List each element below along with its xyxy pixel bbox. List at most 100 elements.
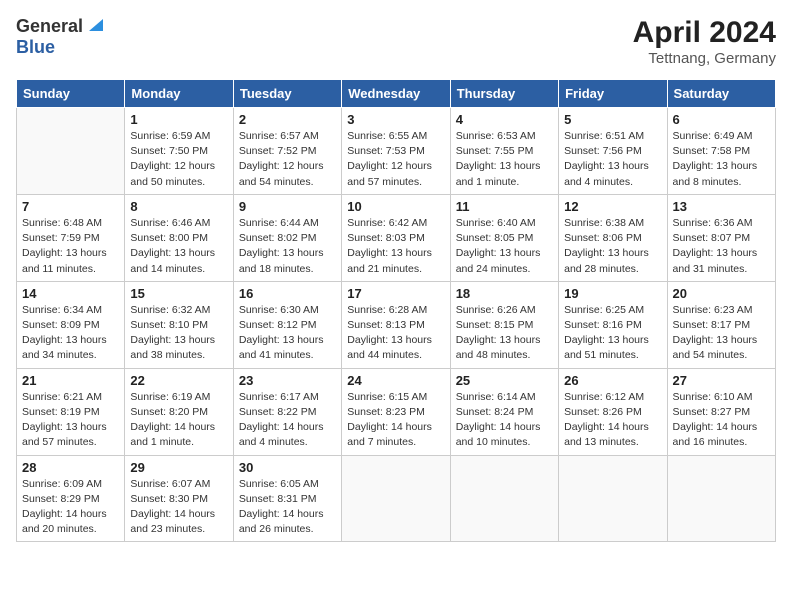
- calendar-cell: 7 Sunrise: 6:48 AM Sunset: 7:59 PM Daylig…: [17, 194, 125, 281]
- calendar-cell: 13 Sunrise: 6:36 AM Sunset: 8:07 PM Dayli…: [667, 194, 775, 281]
- day-number: 9: [239, 199, 336, 214]
- day-info: Sunrise: 6:28 AM Sunset: 8:13 PM Dayligh…: [347, 303, 444, 364]
- calendar-cell: 22 Sunrise: 6:19 AM Sunset: 8:20 PM Dayli…: [125, 368, 233, 455]
- column-header-friday: Friday: [559, 80, 667, 108]
- day-number: 27: [673, 373, 770, 388]
- calendar-week-row: 21 Sunrise: 6:21 AM Sunset: 8:19 PM Dayli…: [17, 368, 776, 455]
- day-number: 19: [564, 286, 661, 301]
- calendar-cell: 2Sunrise: 6:57 AM Sunset: 7:52 PM Daylig…: [233, 108, 341, 195]
- day-number: 21: [22, 373, 119, 388]
- day-info: Sunrise: 6:17 AM Sunset: 8:22 PM Dayligh…: [239, 390, 336, 451]
- column-header-thursday: Thursday: [450, 80, 558, 108]
- day-info: Sunrise: 6:32 AM Sunset: 8:10 PM Dayligh…: [130, 303, 227, 364]
- day-info: Sunrise: 6:10 AM Sunset: 8:27 PM Dayligh…: [673, 390, 770, 451]
- calendar-week-row: 7 Sunrise: 6:48 AM Sunset: 7:59 PM Daylig…: [17, 194, 776, 281]
- day-number: 23: [239, 373, 336, 388]
- day-info: Sunrise: 6:15 AM Sunset: 8:23 PM Dayligh…: [347, 390, 444, 451]
- day-number: 14: [22, 286, 119, 301]
- day-number: 11: [456, 199, 553, 214]
- column-header-sunday: Sunday: [17, 80, 125, 108]
- day-info: Sunrise: 6:30 AM Sunset: 8:12 PM Dayligh…: [239, 303, 336, 364]
- day-info: Sunrise: 6:40 AM Sunset: 8:05 PM Dayligh…: [456, 216, 553, 277]
- day-number: 6: [673, 112, 770, 127]
- day-number: 30: [239, 460, 336, 475]
- day-number: 1: [130, 112, 227, 127]
- day-number: 8: [130, 199, 227, 214]
- calendar-cell: 16 Sunrise: 6:30 AM Sunset: 8:12 PM Dayli…: [233, 281, 341, 368]
- day-info: Sunrise: 6:36 AM Sunset: 8:07 PM Dayligh…: [673, 216, 770, 277]
- calendar-cell: [450, 455, 558, 542]
- logo-general: General: [16, 16, 83, 37]
- calendar-header-row: SundayMondayTuesdayWednesdayThursdayFrid…: [17, 80, 776, 108]
- title-area: April 2024 Tettnang, Germany: [633, 16, 776, 67]
- calendar-cell: 28 Sunrise: 6:09 AM Sunset: 8:29 PM Dayli…: [17, 455, 125, 542]
- day-number: 7: [22, 199, 119, 214]
- day-info: Sunrise: 6:38 AM Sunset: 8:06 PM Dayligh…: [564, 216, 661, 277]
- day-info: Sunrise: 6:14 AM Sunset: 8:24 PM Dayligh…: [456, 390, 553, 451]
- day-info: Sunrise: 6:48 AM Sunset: 7:59 PM Dayligh…: [22, 216, 119, 277]
- day-info: Sunrise: 6:59 AM Sunset: 7:50 PM Dayligh…: [130, 129, 227, 190]
- calendar-cell: 12Sunrise: 6:38 AM Sunset: 8:06 PM Dayli…: [559, 194, 667, 281]
- day-info: Sunrise: 6:53 AM Sunset: 7:55 PM Dayligh…: [456, 129, 553, 190]
- logo: General Blue: [16, 16, 105, 58]
- day-number: 26: [564, 373, 661, 388]
- day-number: 15: [130, 286, 227, 301]
- day-info: Sunrise: 6:51 AM Sunset: 7:56 PM Dayligh…: [564, 129, 661, 190]
- day-number: 29: [130, 460, 227, 475]
- day-info: Sunrise: 6:57 AM Sunset: 7:52 PM Dayligh…: [239, 129, 336, 190]
- column-header-monday: Monday: [125, 80, 233, 108]
- day-info: Sunrise: 6:26 AM Sunset: 8:15 PM Dayligh…: [456, 303, 553, 364]
- day-info: Sunrise: 6:23 AM Sunset: 8:17 PM Dayligh…: [673, 303, 770, 364]
- day-info: Sunrise: 6:19 AM Sunset: 8:20 PM Dayligh…: [130, 390, 227, 451]
- calendar-cell: 24 Sunrise: 6:15 AM Sunset: 8:23 PM Dayli…: [342, 368, 450, 455]
- day-number: 10: [347, 199, 444, 214]
- day-number: 13: [673, 199, 770, 214]
- calendar-cell: 6 Sunrise: 6:49 AM Sunset: 7:58 PM Daylig…: [667, 108, 775, 195]
- day-number: 24: [347, 373, 444, 388]
- calendar-cell: 21 Sunrise: 6:21 AM Sunset: 8:19 PM Dayli…: [17, 368, 125, 455]
- calendar-cell: 29 Sunrise: 6:07 AM Sunset: 8:30 PM Dayli…: [125, 455, 233, 542]
- day-info: Sunrise: 6:21 AM Sunset: 8:19 PM Dayligh…: [22, 390, 119, 451]
- calendar-cell: 17Sunrise: 6:28 AM Sunset: 8:13 PM Dayli…: [342, 281, 450, 368]
- calendar-cell: 30Sunrise: 6:05 AM Sunset: 8:31 PM Dayli…: [233, 455, 341, 542]
- header: General Blue April 2024 Tettnang, German…: [16, 16, 776, 67]
- calendar-cell: 23 Sunrise: 6:17 AM Sunset: 8:22 PM Dayli…: [233, 368, 341, 455]
- calendar-cell: 9 Sunrise: 6:44 AM Sunset: 8:02 PM Daylig…: [233, 194, 341, 281]
- calendar-cell: 1 Sunrise: 6:59 AM Sunset: 7:50 PM Daylig…: [125, 108, 233, 195]
- day-number: 20: [673, 286, 770, 301]
- day-number: 4: [456, 112, 553, 127]
- calendar-cell: 14Sunrise: 6:34 AM Sunset: 8:09 PM Dayli…: [17, 281, 125, 368]
- day-info: Sunrise: 6:07 AM Sunset: 8:30 PM Dayligh…: [130, 477, 227, 538]
- calendar-cell: 8 Sunrise: 6:46 AM Sunset: 8:00 PM Daylig…: [125, 194, 233, 281]
- day-number: 25: [456, 373, 553, 388]
- day-number: 16: [239, 286, 336, 301]
- day-info: Sunrise: 6:55 AM Sunset: 7:53 PM Dayligh…: [347, 129, 444, 190]
- day-info: Sunrise: 6:09 AM Sunset: 8:29 PM Dayligh…: [22, 477, 119, 538]
- day-info: Sunrise: 6:42 AM Sunset: 8:03 PM Dayligh…: [347, 216, 444, 277]
- calendar-week-row: 28 Sunrise: 6:09 AM Sunset: 8:29 PM Dayli…: [17, 455, 776, 542]
- day-info: Sunrise: 6:46 AM Sunset: 8:00 PM Dayligh…: [130, 216, 227, 277]
- location: Tettnang, Germany: [633, 50, 776, 67]
- calendar-cell: 18 Sunrise: 6:26 AM Sunset: 8:15 PM Dayli…: [450, 281, 558, 368]
- day-info: Sunrise: 6:49 AM Sunset: 7:58 PM Dayligh…: [673, 129, 770, 190]
- calendar-cell: 5 Sunrise: 6:51 AM Sunset: 7:56 PM Daylig…: [559, 108, 667, 195]
- calendar-cell: 26 Sunrise: 6:12 AM Sunset: 8:26 PM Dayli…: [559, 368, 667, 455]
- day-number: 5: [564, 112, 661, 127]
- calendar-cell: 10 Sunrise: 6:42 AM Sunset: 8:03 PM Dayli…: [342, 194, 450, 281]
- day-number: 3: [347, 112, 444, 127]
- day-number: 18: [456, 286, 553, 301]
- day-info: Sunrise: 6:44 AM Sunset: 8:02 PM Dayligh…: [239, 216, 336, 277]
- day-info: Sunrise: 6:12 AM Sunset: 8:26 PM Dayligh…: [564, 390, 661, 451]
- column-header-saturday: Saturday: [667, 80, 775, 108]
- calendar-cell: [17, 108, 125, 195]
- day-number: 28: [22, 460, 119, 475]
- calendar-cell: [667, 455, 775, 542]
- calendar-cell: 25 Sunrise: 6:14 AM Sunset: 8:24 PM Dayli…: [450, 368, 558, 455]
- calendar-week-row: 14Sunrise: 6:34 AM Sunset: 8:09 PM Dayli…: [17, 281, 776, 368]
- calendar-cell: 27 Sunrise: 6:10 AM Sunset: 8:27 PM Dayli…: [667, 368, 775, 455]
- day-number: 22: [130, 373, 227, 388]
- logo-triangle-icon: [85, 15, 105, 35]
- day-info: Sunrise: 6:25 AM Sunset: 8:16 PM Dayligh…: [564, 303, 661, 364]
- calendar-cell: 19 Sunrise: 6:25 AM Sunset: 8:16 PM Dayli…: [559, 281, 667, 368]
- calendar-cell: [559, 455, 667, 542]
